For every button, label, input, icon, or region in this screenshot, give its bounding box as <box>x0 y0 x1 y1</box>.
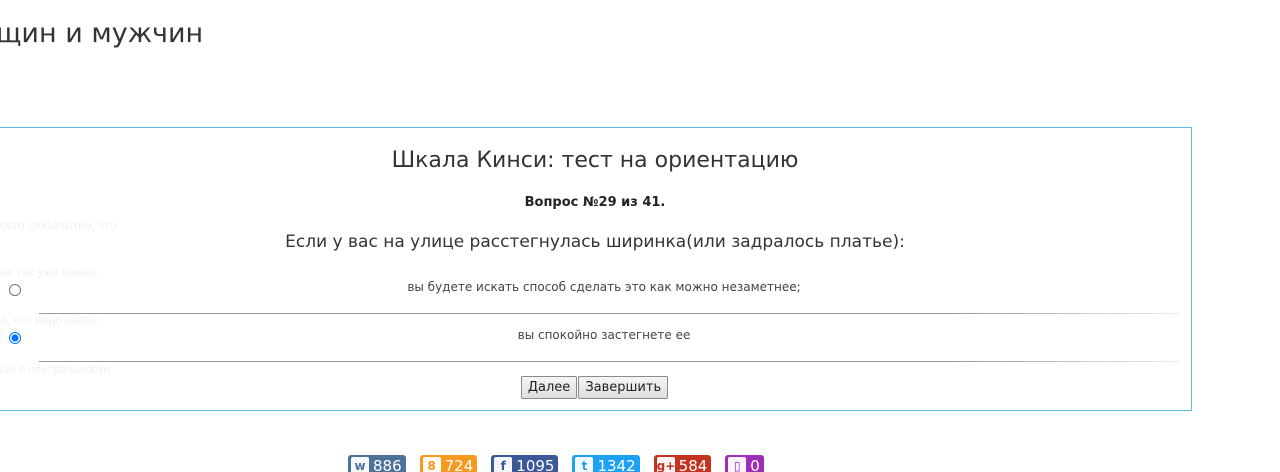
share-button-facebook[interactable]: f 1095 <box>491 455 559 472</box>
share-button-google-plus[interactable]: g+ 584 <box>653 455 712 472</box>
share-button-twitter[interactable]: t 1342 <box>572 455 640 472</box>
share-count: 1095 <box>516 457 555 472</box>
bookmark-icon: ▯ <box>728 457 747 472</box>
twitter-icon: t <box>575 457 594 472</box>
question-text: Если у вас на улице расстегнулась ширинк… <box>285 232 905 252</box>
answer-label-1[interactable]: вы будете искать способ сделать это как … <box>29 280 1179 294</box>
finish-button[interactable]: Завершить <box>578 376 669 399</box>
share-button-odnoklassniki[interactable]: 8 724 <box>419 455 478 472</box>
page-title: щин и мужчин <box>0 18 204 49</box>
quiz-actions: Далее Завершить <box>0 376 1191 399</box>
question-number: Вопрос №29 из 41. <box>524 195 666 210</box>
share-count: 724 <box>444 457 474 472</box>
page: щин и мужчин осто любопытно, что не так … <box>0 0 1280 472</box>
answer-radio-1[interactable] <box>9 284 21 296</box>
vk-icon: w <box>351 457 369 472</box>
share-count: 0 <box>750 457 760 472</box>
answer-divider <box>39 361 1179 362</box>
share-count: 886 <box>373 457 402 472</box>
share-count: 1342 <box>597 457 636 472</box>
answer-option-2[interactable]: вы спокойно застегнете ее <box>0 314 1179 362</box>
share-bar: w 886 8 724 f 1095 t 1342 g+ 584 ▯ 0 <box>348 455 778 472</box>
quiz-title: Шкала Кинси: тест на ориентацию <box>391 148 799 173</box>
answer-label-2[interactable]: вы спокойно застегнете ее <box>29 328 1179 342</box>
google-plus-icon: g+ <box>656 457 675 472</box>
share-count: 584 <box>678 457 708 472</box>
answer-option-1[interactable]: вы будете искать способ сделать это как … <box>0 266 1179 314</box>
odnoklassniki-icon: 8 <box>422 457 441 472</box>
share-button-vk[interactable]: w 886 <box>348 455 406 472</box>
facebook-icon: f <box>494 457 513 472</box>
share-button-other[interactable]: ▯ 0 <box>725 455 764 472</box>
quiz-panel: Шкала Кинси: тест на ориентацию Вопрос №… <box>0 127 1192 411</box>
next-button[interactable]: Далее <box>520 376 578 399</box>
answer-radio-2[interactable] <box>9 332 21 344</box>
